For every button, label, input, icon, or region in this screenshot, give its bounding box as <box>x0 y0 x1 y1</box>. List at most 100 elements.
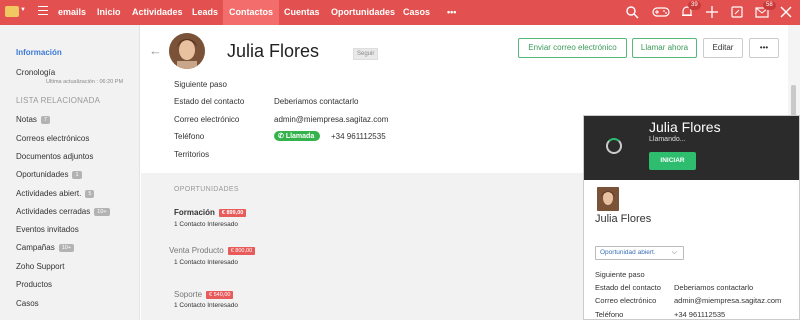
last-update-text: Ultima actualización : 06:20 PM <box>46 79 124 85</box>
sidebar-item-label: Documentos adjuntos <box>16 152 94 161</box>
opportunity-item[interactable]: Formación € 899,00 <box>174 208 247 217</box>
price-badge: € 800,00 <box>227 247 256 255</box>
external-icon[interactable] <box>730 5 744 19</box>
field-value-phone[interactable]: +34 961112535 <box>674 310 725 319</box>
sidebar-item-casos[interactable]: Casos <box>16 299 39 308</box>
nav-casos[interactable]: Casos <box>403 0 430 25</box>
sidebar-item-correos[interactable]: Correos electrónicos <box>16 134 89 143</box>
nav-inicio[interactable]: Inicio <box>97 0 121 25</box>
field-label-next-step: Siguiente paso <box>174 80 227 89</box>
call-pill-label: Llamada <box>285 133 315 140</box>
person-photo-icon <box>597 187 619 211</box>
nav-contactos[interactable]: Contactos <box>223 0 280 25</box>
field-label-status: Estado del contacto <box>174 97 245 106</box>
calling-spinner-icon <box>606 138 622 154</box>
opportunity-title: Formación <box>174 208 215 217</box>
sidebar-item-label: Casos <box>16 299 39 308</box>
call-status-pill[interactable]: ✆ Llamada <box>274 131 321 141</box>
chevron-down-icon[interactable]: ▼ <box>20 7 26 13</box>
menu-icon[interactable] <box>38 6 48 15</box>
sidebar-item-label: Zoho Support <box>16 262 65 271</box>
back-arrow-icon[interactable]: ← <box>149 43 162 58</box>
sidebar-item-oportunidades[interactable]: Oportunidades 1 <box>16 170 82 179</box>
field-label-territories: Territorios <box>174 150 210 159</box>
call-status-text: Llamando... <box>649 136 686 143</box>
sidebar-item-documentos[interactable]: Documentos adjuntos <box>16 152 93 161</box>
start-call-button[interactable]: INICIAR <box>649 152 696 170</box>
opportunity-title: Venta Producto <box>169 246 224 255</box>
sidebar-item-campanas[interactable]: Campañas 10+ <box>16 243 75 252</box>
search-icon[interactable] <box>625 5 639 19</box>
org-logo-icon[interactable] <box>5 6 19 17</box>
tools-icon[interactable] <box>779 5 793 19</box>
nav-actividades[interactable]: Actividades <box>132 0 183 25</box>
mail-badge: 58 <box>763 1 776 10</box>
sidebar-item-label: Productos <box>16 280 53 289</box>
sidebar: Información Cronología Ultima actualizac… <box>0 25 140 320</box>
sidebar-item-notas[interactable]: Notas 7 <box>16 115 50 124</box>
opportunity-select[interactable]: Oportunidad abiert. ⌵ <box>595 246 684 260</box>
opportunity-contacts: 1 Contacto Interesado <box>174 259 238 266</box>
top-navigation-bar: ▼ emails Inicio Actividades Leads Contac… <box>0 0 800 25</box>
sidebar-item-label: Notas <box>16 115 37 124</box>
avatar <box>169 33 205 69</box>
field-label-phone: Teléfono <box>174 132 205 141</box>
sidebar-item-zoho-support[interactable]: Zoho Support <box>16 262 64 271</box>
phone-icon: ✆ <box>278 133 286 140</box>
sidebar-item-label: Oportunidades <box>16 170 69 179</box>
count-badge: 7 <box>40 116 50 124</box>
nav-leads[interactable]: Leads <box>192 0 218 25</box>
opportunity-item[interactable]: Venta Producto € 800,00 <box>169 246 256 255</box>
related-list-heading: LISTA RELACIONADA <box>16 96 101 105</box>
field-value-phone[interactable]: +34 961112535 <box>331 132 386 141</box>
price-badge: € 899,00 <box>218 209 247 217</box>
gamepad-icon[interactable] <box>652 5 670 19</box>
chevron-down-icon: ⌵ <box>671 249 677 256</box>
call-now-button[interactable]: Llamar ahora <box>632 38 697 58</box>
field-label-email: Correo electrónico <box>595 296 657 305</box>
sidebar-item-label: Campañas <box>16 243 55 252</box>
contact-name: Julia Flores <box>595 213 652 225</box>
field-label-next-step: Siguiente paso <box>595 270 645 279</box>
field-value-status: Deberiamos contactarlo <box>674 283 754 292</box>
edit-button[interactable]: Editar <box>703 38 743 58</box>
opportunity-title: Soporte <box>174 290 203 299</box>
count-badge: 5 <box>85 190 95 198</box>
sidebar-item-label: Eventos invitados <box>16 225 79 234</box>
opportunity-contacts: 1 Contacto Interesado <box>174 302 238 309</box>
sidebar-item-label: Actividades abiert. <box>16 189 82 198</box>
select-value: Oportunidad abiert. <box>600 249 656 256</box>
notifications-button[interactable]: 39 <box>680 1 701 19</box>
nav-more[interactable]: ••• <box>447 0 456 25</box>
nav-oportunidades[interactable]: Oportunidades <box>331 0 395 25</box>
send-email-button[interactable]: Enviar correo electrónico <box>518 38 627 58</box>
sidebar-item-productos[interactable]: Productos <box>16 280 52 289</box>
count-badge: 1 <box>72 171 82 179</box>
follow-button[interactable]: Seguir <box>353 48 379 60</box>
sidebar-item-label: Correos electrónicos <box>16 134 90 143</box>
field-value-status: Deberiamos contactarlo <box>274 97 359 106</box>
sidebar-item-actividades-cerradas[interactable]: Actividades cerradas 10+ <box>16 207 110 216</box>
notifications-badge: 39 <box>688 1 701 10</box>
opportunity-item[interactable]: Soporte € 540,00 <box>174 290 234 299</box>
sidebar-item-eventos[interactable]: Eventos invitados <box>16 225 79 234</box>
call-panel: Julia Flores Llamando... INICIAR Julia F… <box>583 115 800 320</box>
price-badge: € 540,00 <box>206 291 234 299</box>
sidebar-item-actividades-abiertas[interactable]: Actividades abiert. 5 <box>16 189 95 198</box>
scroll-thumb[interactable] <box>791 85 796 117</box>
opportunities-heading: OPORTUNIDADES <box>174 186 239 193</box>
count-badge: 10+ <box>58 244 75 252</box>
nav-cuentas[interactable]: Cuentas <box>284 0 320 25</box>
sidebar-item-informacion[interactable]: Información <box>16 48 62 57</box>
mail-button[interactable]: 58 <box>755 1 776 19</box>
more-options-button[interactable]: ••• <box>749 38 779 58</box>
plus-icon[interactable] <box>705 5 719 19</box>
nav-emails[interactable]: emails <box>58 0 86 25</box>
field-label-phone: Teléfono <box>595 310 624 319</box>
sidebar-item-cronologia[interactable]: Cronología <box>16 68 55 77</box>
field-value-email[interactable]: admin@miempresa.sagitaz.com <box>674 296 781 305</box>
contact-name: Julia Flores <box>227 41 320 61</box>
field-label-status: Estado del contacto <box>595 283 661 292</box>
field-value-email[interactable]: admin@miempresa.sagitaz.com <box>274 115 388 124</box>
opportunity-contacts: 1 Contacto Interesado <box>174 221 238 228</box>
